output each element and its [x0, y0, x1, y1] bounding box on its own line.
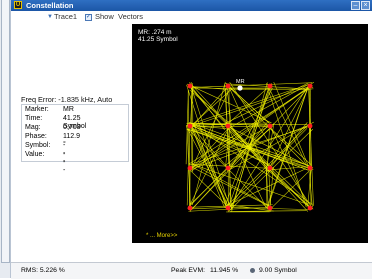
- trajectory-line: [274, 82, 310, 168]
- trajectory-vectors: [186, 82, 314, 212]
- phase-row: Phase: 112.9 °: [25, 133, 47, 141]
- adjacent-panel-frame: [1, 0, 10, 263]
- trajectory-line: [230, 211, 306, 212]
- trajectory-line: [193, 164, 270, 206]
- trace-dropdown-arrow-icon[interactable]: ▼: [47, 12, 53, 22]
- show-vectors-checkbox[interactable]: ✓: [85, 14, 92, 21]
- symbol-point: [188, 206, 193, 211]
- symbol-point: [226, 124, 231, 129]
- symbol-row-label: Symbol:: [25, 142, 50, 149]
- adjacent-panel-edge: [0, 0, 11, 278]
- symbol-point: [226, 84, 231, 89]
- mag-row-value: 0.703: [63, 124, 81, 132]
- time-row-label: Time:: [25, 115, 42, 122]
- status-bar: RMS: 5.226 % Peak EVM: 11.945 % 9.00 Sym…: [11, 262, 372, 279]
- close-icon[interactable]: ×: [361, 1, 370, 10]
- symbol-point: [188, 124, 193, 129]
- mag-row-label: Mag:: [25, 124, 41, 131]
- peak-evm-value: 11.945 %: [210, 263, 238, 279]
- constellation-diagram: MR: [132, 24, 368, 243]
- symbol-point: [268, 84, 273, 89]
- symbol-point: [188, 166, 193, 171]
- marker-point[interactable]: [237, 85, 242, 90]
- symbol-point: [308, 166, 313, 171]
- trace-toolbar: ▼ Trace1 ✓ Show Vectors: [11, 11, 372, 23]
- trajectory-line: [191, 87, 309, 169]
- peak-evm-label: Peak EVM:: [171, 263, 205, 279]
- symbol-point: [308, 84, 313, 89]
- window-title: Constellation: [26, 0, 74, 11]
- desktop-background: U Constellation – × ▼ Trace1 ✓ Show Vect…: [0, 0, 372, 278]
- constellation-window: U Constellation – × ▼ Trace1 ✓ Show Vect…: [11, 0, 372, 278]
- show-label: Show: [95, 12, 114, 22]
- window-titlebar[interactable]: U Constellation – ×: [11, 0, 372, 11]
- marker-row: Marker: MR: [25, 106, 49, 114]
- phase-row-value: 112.9 °: [63, 133, 80, 149]
- symbol-point: [226, 166, 231, 171]
- trajectory-line: [267, 169, 313, 209]
- constellation-plot[interactable]: MR: .274 m 41.25 Symbol MR * ... More>>: [132, 24, 368, 243]
- symbol-row: Symbol: ---: [25, 142, 50, 150]
- value-row-value: ---: [63, 151, 65, 175]
- trajectory-line: [187, 168, 188, 205]
- freq-error-text: Freq Error: -1.835 kHz, Auto: [21, 95, 112, 104]
- trajectory-line: [193, 207, 226, 208]
- symbol-point: [226, 206, 231, 211]
- peak-position-dot-icon: [250, 268, 255, 273]
- minimize-icon[interactable]: –: [351, 1, 360, 10]
- trajectory-line: [186, 84, 309, 125]
- symbol-point: [188, 84, 193, 89]
- trajectory-line: [229, 86, 308, 208]
- trajectory-line: [228, 86, 268, 122]
- more-link[interactable]: * ... More>>: [146, 233, 177, 239]
- symbol-point: [268, 124, 273, 129]
- phase-row-label: Phase:: [25, 133, 47, 140]
- value-row-label: Value:: [25, 151, 44, 158]
- symbol-point: [268, 166, 273, 171]
- symbol-point: [268, 206, 273, 211]
- symbol-point: [308, 124, 313, 129]
- time-row: Time: 41.25 Symbol: [25, 115, 42, 123]
- trace-selector[interactable]: Trace1: [54, 12, 77, 22]
- marker-row-value: MR: [63, 106, 74, 114]
- trajectory-line: [190, 86, 225, 128]
- marker-row-label: Marker:: [25, 106, 49, 113]
- marker-table: Marker: MR Time: 41.25 Symbol Mag: 0.703…: [21, 104, 129, 162]
- marker-point-label: MR: [236, 79, 245, 85]
- peak-evm-symbol: 9.00 Symbol: [259, 263, 297, 279]
- rms-readout: RMS: 5.226 %: [21, 263, 65, 279]
- vectors-label: Vectors: [118, 12, 143, 22]
- value-row: Value: ---: [25, 151, 44, 159]
- symbol-point: [308, 206, 313, 211]
- mag-row: Mag: 0.703: [25, 124, 41, 132]
- app-icon: U: [14, 1, 22, 9]
